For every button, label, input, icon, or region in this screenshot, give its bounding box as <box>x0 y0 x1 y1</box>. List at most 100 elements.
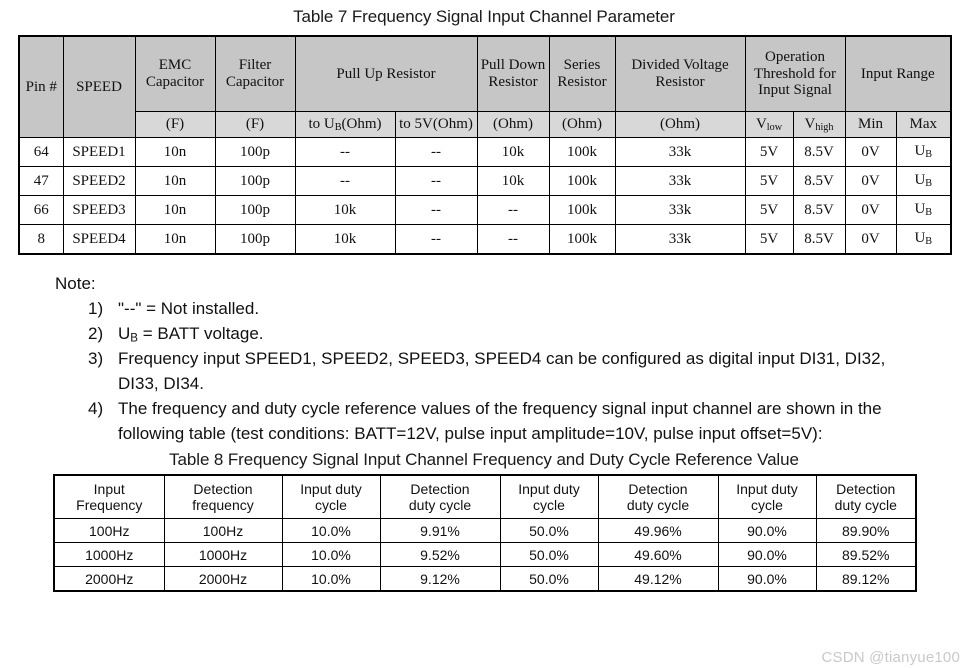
table7-cell-divided: 33k <box>614 224 746 255</box>
table7-cell-speed: SPEED2 <box>62 166 136 196</box>
table8-row: 1000Hz 1000Hz 10.0% 9.52% 50.0% 49.60% 90.0% 89… <box>53 542 917 568</box>
table8-cell: 2000Hz <box>163 566 283 593</box>
table7-unit-emc-capacitor: (F) <box>134 111 216 138</box>
note-number: 2) <box>88 323 104 343</box>
note-item: 3) Frequency input SPEED1, SPEED2, SPEED3… <box>0 347 968 397</box>
table7: Pin # SPEED EMC Capacitor Filter Capacit… <box>18 35 953 255</box>
notes-block: Note: 1) "--" = Not installed. 2) UB = BATT… <box>0 255 968 447</box>
table7-container: Pin # SPEED EMC Capacitor Filter Capacit… <box>18 35 953 255</box>
table7-cell-speed: SPEED1 <box>62 137 136 167</box>
table7-cell-pull-up-to-5v: -- <box>394 195 478 225</box>
table7-cell-series: 100k <box>548 137 616 167</box>
table7-col-divided-voltage-resistor: Divided Voltage Resistor <box>614 35 746 112</box>
table7-unit-divided: (Ohm) <box>614 111 746 138</box>
note-item: 2) UB = BATT voltage. <box>0 322 968 348</box>
table8-cell: 10.0% <box>281 566 381 593</box>
note-number: 3) <box>88 349 104 369</box>
table8-cell: 90.0% <box>717 518 817 544</box>
table7-cell-v-low: 5V <box>744 195 794 225</box>
table7-cell-v-low: 5V <box>744 137 794 167</box>
table7-row: 66 SPEED3 10n 100p 10k -- -- 100k 33k 5V 8.5V 0V UB <box>18 195 953 225</box>
table8-cell: 89.52% <box>815 542 917 568</box>
note-text: UB = BATT voltage. <box>118 323 264 345</box>
table7-body: 64 SPEED1 10n 100p -- -- 10k 100k 33k 5V 8.5V 0V UB 4… <box>18 137 953 255</box>
table8-cell: 89.12% <box>815 566 917 593</box>
table7-title: Table 7 Frequency Signal Input Channel P… <box>293 7 675 26</box>
table7-col-input-range: Input Range <box>844 35 953 112</box>
table8-row: 100Hz 100Hz 10.0% 9.91% 50.0% 49.96% 90.0% 89.9… <box>53 518 917 544</box>
notes-heading: Note: <box>55 274 96 293</box>
note-item: 4) The frequency and duty cycle reference… <box>0 397 968 447</box>
table7-cell-pin: 66 <box>18 195 64 225</box>
table8-cell: 90.0% <box>717 542 817 568</box>
table7-row: 64 SPEED1 10n 100p -- -- 10k 100k 33k 5V 8.5V 0V UB <box>18 137 953 167</box>
table7-cell-pull-up-to-ub: -- <box>294 166 396 196</box>
watermark: CSDN @tianyue100 <box>821 649 960 666</box>
table7-cell-min: 0V <box>844 137 897 167</box>
note-text: Frequency input SPEED1, SPEED2, SPEED3, … <box>118 349 886 394</box>
table7-cell-pull-up-to-ub: 10k <box>294 195 396 225</box>
table8-cell: 9.12% <box>379 566 501 593</box>
table7-cell-max: UB <box>895 224 953 255</box>
table8-col-header: Detection duty cycle <box>597 474 719 520</box>
table7-cell-pull-down: 10k <box>476 166 550 196</box>
table7-cell-pin: 64 <box>18 137 64 167</box>
table7-cell-emc-capacitor: 10n <box>134 224 216 255</box>
table7-cell-divided: 33k <box>614 195 746 225</box>
table7-col-series-resistor: Series Resistor <box>548 35 616 112</box>
table7-unit-min: Min <box>844 111 897 138</box>
table7-cell-series: 100k <box>548 195 616 225</box>
table7-cell-v-high: 8.5V <box>792 137 846 167</box>
table8-col-header: Input duty cycle <box>281 474 381 520</box>
table7-cell-pull-up-to-5v: -- <box>394 224 478 255</box>
table7-row: 8 SPEED4 10n 100p 10k -- -- 100k 33k 5V 8.5V 0V UB <box>18 224 953 255</box>
table8-body: 100Hz 100Hz 10.0% 9.91% 50.0% 49.96% 90.0% 89.9… <box>53 518 917 593</box>
table7-col-pin: Pin # <box>18 35 64 138</box>
note-number: 4) <box>88 399 104 419</box>
table8-header-row: Input Frequency Detection frequency Input du… <box>53 474 917 520</box>
table7-cell-pin: 47 <box>18 166 64 196</box>
note-item: 1) "--" = Not installed. <box>0 297 968 322</box>
table7-unit-filter-capacitor: (F) <box>214 111 296 138</box>
table7-cell-v-low: 5V <box>744 224 794 255</box>
table8-cell: 100Hz <box>53 518 165 544</box>
table7-cell-speed: SPEED3 <box>62 195 136 225</box>
table7-cell-emc-capacitor: 10n <box>134 166 216 196</box>
table8-cell: 90.0% <box>717 566 817 593</box>
table7-unit-pull-up-to-5v: to 5V(Ohm) <box>394 111 478 138</box>
table7-cell-emc-capacitor: 10n <box>134 195 216 225</box>
table7-cell-v-high: 8.5V <box>792 224 846 255</box>
table7-unit-v-high: Vhigh <box>792 111 846 138</box>
table8-cell: 50.0% <box>499 518 599 544</box>
table7-header-row-units: (F) (F) to UB(Ohm) to 5V(Ohm) (Ohm) (Ohm… <box>19 111 953 138</box>
table7-col-pull-down-resistor: Pull Down Resistor <box>476 35 550 112</box>
table7-cell-pin: 8 <box>18 224 64 255</box>
table7-col-emc-capacitor: EMC Capacitor <box>134 35 216 112</box>
table7-unit-pull-down: (Ohm) <box>476 111 550 138</box>
table8-cell: 50.0% <box>499 542 599 568</box>
table7-cell-max: UB <box>895 166 953 196</box>
table7-cell-filter-capacitor: 100p <box>214 224 296 255</box>
table8-header: Input Frequency Detection frequency Input du… <box>53 474 917 520</box>
note-text: "--" = Not installed. <box>118 298 260 318</box>
table7-col-operation-threshold: Operation Threshold for Input Signal <box>744 35 846 112</box>
table7-cell-emc-capacitor: 10n <box>134 137 216 167</box>
table8-col-header: Input duty cycle <box>717 474 817 520</box>
note-number: 1) <box>88 298 104 318</box>
table8-col-header: Detection frequency <box>163 474 283 520</box>
table8-cell: 10.0% <box>281 542 381 568</box>
table7-cell-max: UB <box>895 137 953 167</box>
table7-header-row-main: Pin # SPEED EMC Capacitor Filter Capacit… <box>18 35 953 138</box>
table8-cell: 49.96% <box>597 518 719 544</box>
table7-cell-pull-up-to-5v: -- <box>394 137 478 167</box>
table8-cell: 50.0% <box>499 566 599 593</box>
table7-cell-pull-down: 10k <box>476 137 550 167</box>
table7-cell-min: 0V <box>844 166 897 196</box>
table7-cell-v-high: 8.5V <box>792 195 846 225</box>
table8-col-header: Detection duty cycle <box>379 474 501 520</box>
table8-row: 2000Hz 2000Hz 10.0% 9.12% 50.0% 49.12% 90.0% 89… <box>53 566 917 593</box>
table7-cell-divided: 33k <box>614 137 746 167</box>
table7-cell-pull-down: -- <box>476 195 550 225</box>
table8-container: Input Frequency Detection frequency Input du… <box>53 474 917 593</box>
table8-cell: 10.0% <box>281 518 381 544</box>
